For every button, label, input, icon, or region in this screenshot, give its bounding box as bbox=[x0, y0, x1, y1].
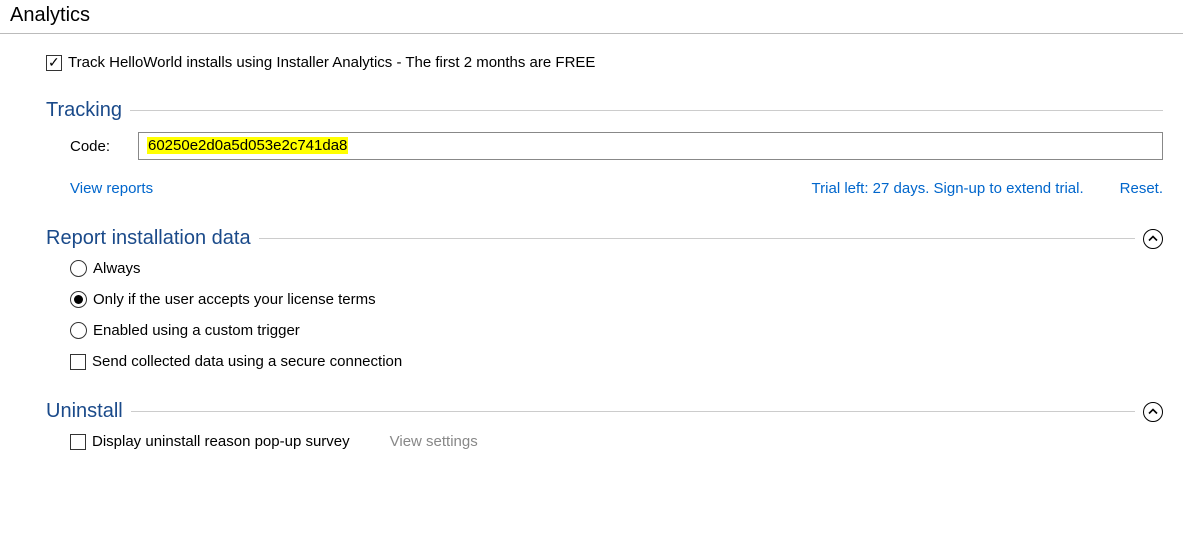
collapse-icon[interactable] bbox=[1143, 402, 1163, 422]
reset-link[interactable]: Reset. bbox=[1120, 180, 1163, 197]
secure-connection-checkbox[interactable] bbox=[70, 354, 86, 370]
radio-custom-trigger[interactable] bbox=[70, 322, 87, 339]
code-value: 60250e2d0a5d053e2c741da8 bbox=[147, 137, 348, 154]
radio-always[interactable] bbox=[70, 260, 87, 277]
track-installs-checkbox[interactable] bbox=[46, 55, 62, 71]
radio-custom-trigger-label: Enabled using a custom trigger bbox=[93, 322, 300, 339]
section-title-tracking: Tracking bbox=[46, 99, 122, 122]
display-uninstall-checkbox[interactable] bbox=[70, 434, 86, 450]
code-label: Code: bbox=[70, 138, 118, 155]
secure-connection-label: Send collected data using a secure conne… bbox=[92, 353, 402, 370]
section-rule bbox=[259, 238, 1135, 239]
section-title-uninstall: Uninstall bbox=[46, 400, 123, 423]
track-installs-label: Track HelloWorld installs using Installe… bbox=[68, 54, 595, 71]
view-settings-link: View settings bbox=[390, 433, 478, 450]
radio-always-label: Always bbox=[93, 260, 141, 277]
trial-status-link[interactable]: Trial left: 27 days. Sign-up to extend t… bbox=[812, 180, 1084, 197]
page-title: Analytics bbox=[0, 0, 1183, 34]
radio-license-label: Only if the user accepts your license te… bbox=[93, 291, 376, 308]
view-reports-link[interactable]: View reports bbox=[70, 180, 153, 197]
section-rule bbox=[130, 110, 1163, 111]
display-uninstall-label: Display uninstall reason pop-up survey bbox=[92, 433, 350, 450]
radio-license[interactable] bbox=[70, 291, 87, 308]
section-rule bbox=[131, 411, 1135, 412]
code-input[interactable]: 60250e2d0a5d053e2c741da8 bbox=[138, 132, 1163, 160]
section-title-report: Report installation data bbox=[46, 227, 251, 250]
collapse-icon[interactable] bbox=[1143, 229, 1163, 249]
